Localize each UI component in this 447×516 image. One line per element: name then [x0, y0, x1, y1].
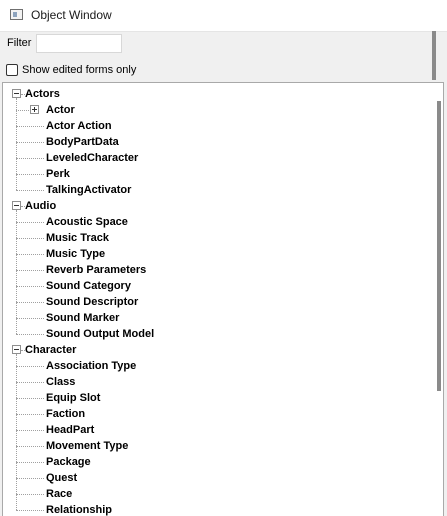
tree-category[interactable]: Audio	[3, 198, 423, 214]
tree-line	[16, 430, 44, 431]
tree-line	[16, 318, 44, 319]
tree-line	[16, 302, 44, 303]
tree-item-label[interactable]: Music Type	[46, 246, 105, 262]
tree-item-label[interactable]: LeveledCharacter	[46, 150, 138, 166]
tree-line	[16, 174, 44, 175]
tree-line	[16, 414, 44, 415]
tree-item-label[interactable]: TalkingActivator	[46, 182, 131, 198]
filter-label: Filter	[7, 37, 32, 49]
tree-line	[16, 286, 44, 287]
show-edited-checkbox[interactable]	[6, 64, 18, 76]
tree-item-label[interactable]: Actor Action	[46, 118, 112, 134]
tree-item[interactable]: Sound Output Model	[3, 326, 423, 342]
tree-category-label[interactable]: Character	[25, 342, 76, 358]
tree-category[interactable]: Character	[3, 342, 423, 358]
tree-item[interactable]: TalkingActivator	[3, 182, 423, 198]
tree-category-label[interactable]: Actors	[25, 86, 60, 102]
tree-item-label[interactable]: Sound Category	[46, 278, 131, 294]
tree-item-label[interactable]: Association Type	[46, 358, 136, 374]
tree-category[interactable]: Actors	[3, 86, 423, 102]
tree-item-label[interactable]: Quest	[46, 470, 77, 486]
tree-item-label[interactable]: Race	[46, 486, 72, 502]
tree-line	[16, 398, 44, 399]
tree-item-label[interactable]: Movement Type	[46, 438, 128, 454]
title-bar: Object Window	[0, 0, 447, 32]
tree-item[interactable]: Movement Type	[3, 438, 423, 454]
top-panel-scrollbar[interactable]	[432, 31, 436, 80]
tree-item-label[interactable]: Perk	[46, 166, 70, 182]
tree-line	[16, 210, 17, 334]
tree-line	[21, 206, 25, 207]
tree-category-label[interactable]: Audio	[25, 198, 56, 214]
tree-line	[16, 98, 17, 190]
tree-line	[16, 446, 44, 447]
tree-line	[16, 270, 44, 271]
object-tree[interactable]: Actors Actor Actor Action BodyPartData Level…	[2, 82, 444, 516]
tree-item[interactable]: LeveledCharacter	[3, 150, 423, 166]
tree-scrollbar-thumb[interactable]	[437, 101, 441, 391]
tree-line	[21, 94, 25, 95]
tree-line	[16, 126, 44, 127]
tree-item[interactable]: HeadPart	[3, 422, 423, 438]
tree-item-label[interactable]: Sound Descriptor	[46, 294, 138, 310]
tree-item[interactable]: Reverb Parameters	[3, 262, 423, 278]
tree-item[interactable]: Faction	[3, 406, 423, 422]
tree-line	[16, 190, 44, 191]
tree-item[interactable]: Music Type	[3, 246, 423, 262]
tree-item[interactable]: Package	[3, 454, 423, 470]
expand-icon[interactable]	[30, 105, 39, 114]
tree-item[interactable]: Music Track	[3, 230, 423, 246]
filter-input[interactable]	[36, 34, 122, 53]
tree-item[interactable]: Relationship	[3, 502, 423, 516]
tree-item-label[interactable]: Music Track	[46, 230, 109, 246]
tree-line	[16, 382, 44, 383]
tree-line	[16, 366, 44, 367]
tree-item[interactable]: Association Type	[3, 358, 423, 374]
tree-line	[16, 238, 44, 239]
tree-item[interactable]: Sound Marker	[3, 310, 423, 326]
show-edited-label[interactable]: Show edited forms only	[22, 64, 136, 76]
tree-item[interactable]: Race	[3, 486, 423, 502]
window-icon	[10, 9, 23, 20]
tree-item-label[interactable]: BodyPartData	[46, 134, 119, 150]
tree-item[interactable]: Acoustic Space	[3, 214, 423, 230]
tree-item-label[interactable]: Acoustic Space	[46, 214, 128, 230]
tree-item[interactable]: Class	[3, 374, 423, 390]
tree-item-label[interactable]: Actor	[46, 102, 75, 118]
tree-line	[16, 462, 44, 463]
tree-line	[16, 158, 44, 159]
tree-item[interactable]: Sound Category	[3, 278, 423, 294]
tree-line	[16, 354, 17, 510]
tree-line	[16, 494, 44, 495]
tree-item-label[interactable]: Equip Slot	[46, 390, 100, 406]
collapse-icon[interactable]	[12, 89, 21, 98]
tree-item[interactable]: BodyPartData	[3, 134, 423, 150]
tree-item-label[interactable]: Faction	[46, 406, 85, 422]
tree-line	[16, 222, 44, 223]
window-title: Object Window	[31, 8, 112, 22]
tree-item[interactable]: Actor	[3, 102, 423, 118]
tree-line	[16, 142, 44, 143]
tree-item-label[interactable]: Relationship	[46, 502, 112, 516]
tree-line	[16, 254, 44, 255]
tree-item-label[interactable]: Reverb Parameters	[46, 262, 146, 278]
tree-line	[16, 478, 44, 479]
tree-item-label[interactable]: HeadPart	[46, 422, 94, 438]
tree-item[interactable]: Quest	[3, 470, 423, 486]
tree-item[interactable]: Equip Slot	[3, 390, 423, 406]
tree-item-label[interactable]: Class	[46, 374, 75, 390]
tree-item[interactable]: Actor Action	[3, 118, 423, 134]
tree-line	[16, 510, 44, 511]
collapse-icon[interactable]	[12, 201, 21, 210]
tree-item-label[interactable]: Package	[46, 454, 91, 470]
tree-item-label[interactable]: Sound Output Model	[46, 326, 154, 342]
tree-item-label[interactable]: Sound Marker	[46, 310, 119, 326]
tree-item[interactable]: Perk	[3, 166, 423, 182]
tree-line	[21, 350, 25, 351]
tree-line	[16, 334, 44, 335]
tree-item[interactable]: Sound Descriptor	[3, 294, 423, 310]
collapse-icon[interactable]	[12, 345, 21, 354]
